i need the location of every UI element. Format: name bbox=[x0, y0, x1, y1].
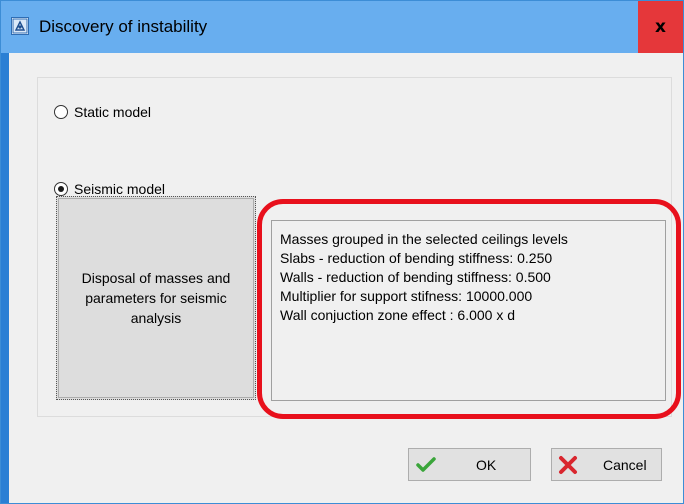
seismic-model-label: Seismic model bbox=[74, 181, 166, 197]
seismic-parameters-line-2: parameters for seismic bbox=[85, 290, 227, 306]
radio-dot bbox=[58, 186, 64, 192]
info-line: Slabs - reduction of bending stiffness: … bbox=[280, 250, 553, 266]
seismic-parameters-button[interactable]: Disposal of masses and parameters for se… bbox=[56, 196, 256, 400]
info-line: Masses grouped in the selected ceilings … bbox=[280, 231, 568, 247]
cancel-button[interactable]: Cancel bbox=[551, 448, 662, 481]
info-line: Multiplier for support stifness: 10000.0… bbox=[280, 288, 533, 304]
seismic-parameters-label: Disposal of masses and parameters for se… bbox=[66, 268, 246, 328]
info-line: Wall conjuction zone effect : 6.000 x d bbox=[280, 307, 516, 323]
x-icon bbox=[559, 456, 577, 474]
title-bar[interactable]: Discovery of instability x bbox=[1, 1, 683, 53]
radio-unselected-icon[interactable] bbox=[54, 105, 68, 119]
info-line: Walls - reduction of bending stiffness: … bbox=[280, 269, 551, 285]
radio-selected-icon[interactable] bbox=[54, 182, 68, 196]
seismic-info-box: Masses grouped in the selected ceilings … bbox=[271, 220, 666, 401]
dialog-window: Discovery of instability x Static model … bbox=[0, 0, 684, 504]
cancel-label: Cancel bbox=[603, 457, 647, 473]
static-model-label: Static model bbox=[74, 104, 152, 120]
static-model-radio[interactable]: Static model bbox=[54, 104, 151, 120]
ok-button[interactable]: OK bbox=[408, 448, 531, 481]
close-icon: x bbox=[655, 17, 666, 37]
app-icon bbox=[11, 17, 29, 35]
seismic-parameters-line-3: analysis bbox=[130, 310, 182, 326]
ok-label: OK bbox=[476, 457, 497, 473]
seismic-model-radio[interactable]: Seismic model bbox=[54, 181, 165, 197]
close-button[interactable]: x bbox=[638, 1, 683, 53]
seismic-parameters-line-1: Disposal of masses and bbox=[81, 270, 231, 286]
check-icon bbox=[416, 457, 436, 472]
background-window-edge bbox=[1, 53, 9, 503]
window-title: Discovery of instability bbox=[39, 17, 208, 36]
